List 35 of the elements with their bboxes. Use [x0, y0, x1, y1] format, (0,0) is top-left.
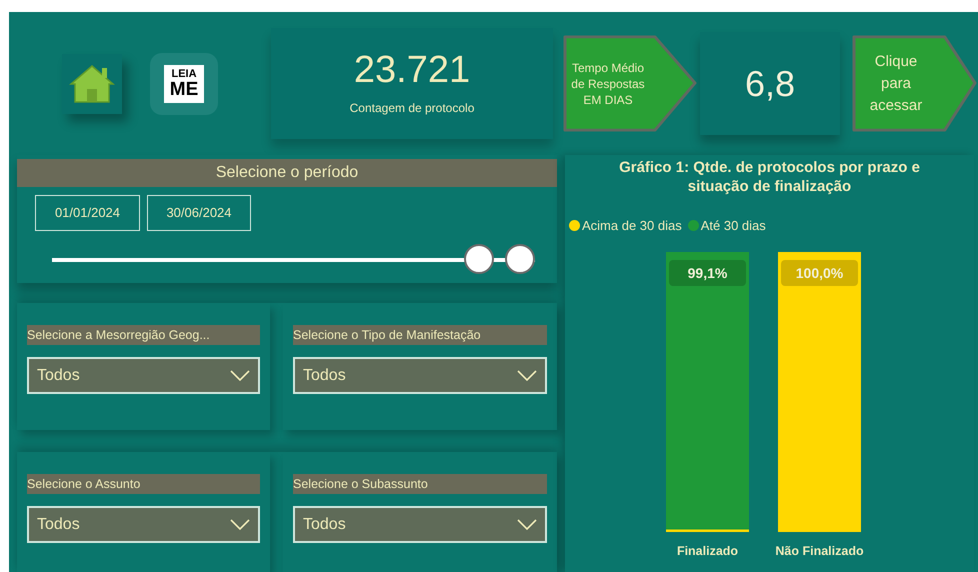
avg-time-value: 6,8 — [744, 62, 796, 106]
date-range-slider[interactable] — [52, 244, 535, 276]
kpi-value: 23.721 — [354, 50, 470, 88]
home-button[interactable] — [62, 54, 122, 114]
filter-dropdown[interactable]: Todos — [293, 357, 547, 394]
filter-label: Selecione o Tipo de Manifestação — [293, 325, 547, 345]
data-label: 100,0% — [796, 264, 844, 280]
chevron-down-icon — [230, 370, 250, 381]
legend-label: Até 30 dias — [700, 217, 766, 235]
slider-thumb[interactable] — [464, 244, 494, 274]
start-date-field[interactable]: 01/01/2024 — [35, 195, 140, 231]
filter-dropdown[interactable]: Todos — [27, 357, 260, 394]
slider-thumb[interactable] — [505, 244, 535, 274]
kpi-label: Contagem de protocolo — [350, 100, 474, 116]
avg-time-label: Tempo Médio de Respostas EM DIAS — [563, 35, 698, 132]
house-icon — [69, 64, 115, 104]
filter-label: Selecione o Assunto — [27, 474, 260, 494]
legend-label: Acima de 30 dias — [582, 217, 682, 235]
data-label: 100,0% — [781, 260, 858, 286]
filter-dropdown[interactable]: Todos — [293, 506, 547, 543]
readme-button[interactable]: LEIA ME — [150, 52, 218, 114]
filter-label: Selecione o Subassunto — [293, 474, 547, 494]
chart-title: Gráfico 1: Qtde. de protocolos por prazo e situação de finalização — [618, 158, 921, 196]
data-label: 99,1% — [688, 264, 728, 280]
access-button[interactable]: Clique para acessar — [852, 35, 978, 132]
end-date-field[interactable]: 30/06/2024 — [147, 195, 251, 231]
period-title: Selecione o período — [17, 159, 557, 187]
filter-label: Selecione a Mesorregião Geog... — [27, 325, 260, 345]
category-label: Finalizado — [676, 544, 738, 558]
chevron-down-icon — [517, 370, 537, 381]
chevron-down-icon — [517, 519, 537, 530]
chevron-down-icon — [230, 519, 250, 530]
data-label: 99,1% — [669, 260, 746, 286]
filter-dropdown[interactable]: Todos — [27, 506, 260, 543]
category-label: Não Finalizado — [775, 544, 864, 558]
